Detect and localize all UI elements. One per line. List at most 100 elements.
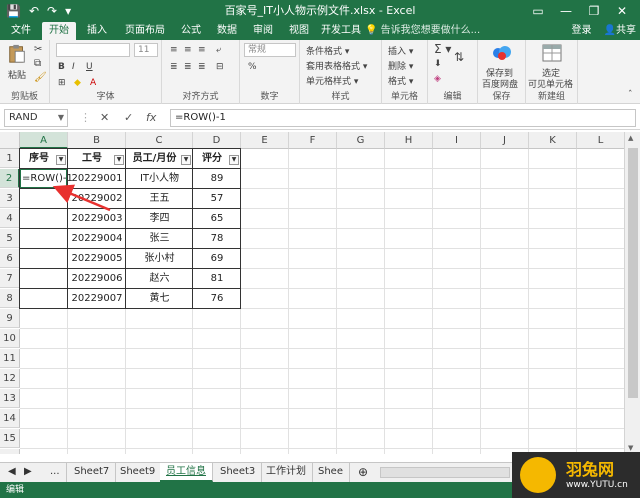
select-visible-icon[interactable] (541, 43, 563, 63)
fill-icon[interactable]: ⬇ (434, 59, 442, 69)
name-box-value: RAND (9, 112, 38, 123)
tab-formulas[interactable]: 公式 (174, 22, 208, 40)
restore-button[interactable]: ❐ (580, 0, 608, 22)
group-styles: 条件格式 ▾ 套用表格格式 ▾ 单元格样式 ▾ 样式 (300, 40, 382, 104)
horizontal-scrollbar[interactable] (380, 467, 510, 478)
tab-data[interactable]: 数据 (210, 22, 244, 40)
borders-icon[interactable]: ⊞ (58, 78, 66, 88)
group-cells: 插入 ▾ 删除 ▾ 格式 ▾ 单元格 (382, 40, 428, 104)
cut-icon[interactable]: ✂ (34, 44, 42, 55)
group-label-clipboard: 剪贴板 (10, 92, 38, 102)
align-middle-icon[interactable]: ≡ (184, 45, 192, 55)
group-label-new: 新建组 (537, 92, 565, 102)
red-arrow-icon (52, 184, 111, 212)
italic-button[interactable]: I (72, 62, 75, 72)
format-as-table-button[interactable]: 套用表格格式 ▾ (306, 59, 367, 72)
autosum-button[interactable]: Σ ▾ (434, 42, 451, 56)
group-editing: Σ ▾ ⬇ ◈ ⇅ 编辑 (428, 40, 478, 104)
sheet-tab-sheet9[interactable]: Sheet9 (114, 463, 163, 482)
scroll-down-icon[interactable]: ▼ (628, 444, 633, 452)
conditional-format-button[interactable]: 条件格式 ▾ (306, 44, 349, 57)
group-save: 保存到 百度网盘 保存 (478, 40, 526, 104)
group-font: 11 B I U ⊞ ◆ A 字体 (50, 40, 162, 104)
minimize-button[interactable]: — (552, 0, 580, 22)
align-center-icon[interactable]: ≣ (184, 62, 192, 72)
name-box[interactable]: RAND ▼ (4, 109, 68, 127)
worksheet-grid[interactable]: ABCDEFGHIJKLMNO 12345678910111213141516 … (0, 132, 624, 454)
tab-file[interactable]: 文件 (4, 22, 38, 40)
group-label-number: 数字 (260, 92, 279, 102)
formula-bar: RAND ▼ ⋮ ✕ ✓ fx =ROW()-1 (0, 106, 640, 130)
align-left-icon[interactable]: ≣ (170, 62, 178, 72)
next-sheet-icon[interactable]: ▶ (24, 463, 32, 482)
number-format-select[interactable]: 常规 (244, 43, 296, 57)
group-label-editing: 编辑 (443, 92, 462, 102)
cell-styles-button[interactable]: 单元格样式 ▾ (306, 74, 358, 87)
status-mode: 编辑 (6, 485, 25, 495)
group-label-save: 保存 (492, 92, 511, 102)
rabbit-logo-icon (520, 457, 556, 493)
share-button[interactable]: 👤共享 (604, 22, 636, 40)
clear-icon[interactable]: ◈ (434, 74, 441, 84)
prev-sheet-icon[interactable]: ◀ (8, 463, 16, 482)
scroll-thumb[interactable] (628, 148, 638, 398)
sheet-tab-more[interactable]: ... (44, 463, 67, 482)
bold-button[interactable]: B (58, 62, 65, 72)
font-name-select[interactable] (56, 43, 130, 57)
tab-review[interactable]: 审阅 (246, 22, 280, 40)
sheet-tab-truncated[interactable]: Shee (312, 463, 350, 482)
ribbon-display-icon[interactable]: ▭ (524, 0, 552, 22)
scroll-up-icon[interactable]: ▲ (628, 134, 633, 142)
sheet-tab-sheet7[interactable]: Sheet7 (68, 463, 117, 482)
group-label-font: 字体 (96, 92, 115, 102)
confirm-entry-button[interactable]: ✓ (124, 109, 133, 127)
formula-input[interactable]: =ROW()-1 (170, 109, 636, 127)
insert-cells-button[interactable]: 插入 ▾ (388, 44, 413, 57)
login-link[interactable]: 登录 (572, 22, 592, 40)
tab-developer[interactable]: 开发工具 (318, 22, 364, 40)
group-label-cells: 单元格 (390, 92, 418, 102)
vertical-scrollbar[interactable]: ▲ ▼ (624, 132, 640, 454)
paste-icon[interactable] (6, 44, 28, 64)
merge-center-icon[interactable]: ⊟ (216, 62, 224, 72)
underline-button[interactable]: U (86, 62, 93, 72)
group-alignment: ≡ ≡ ≡ ⤶ ≣ ≣ ≣ ⊟ 对齐方式 (162, 40, 240, 104)
align-right-icon[interactable]: ≣ (198, 62, 206, 72)
wrap-text-icon[interactable]: ⤶ (216, 45, 221, 55)
cancel-entry-button[interactable]: ✕ (100, 109, 109, 127)
format-cells-button[interactable]: 格式 ▾ (388, 74, 413, 87)
sheet-tab-employee-info[interactable]: 员工信息 (160, 463, 213, 482)
sheet-tab-sheet3[interactable]: Sheet3 (214, 463, 263, 482)
ribbon-home: 粘贴 ✂ ⧉ 🖌 剪贴板 11 B I U ⊞ ◆ A 字体 ≡ ≡ ≡ ⤶ ≣… (0, 40, 640, 104)
font-size-select[interactable]: 11 (134, 43, 158, 57)
align-top-icon[interactable]: ≡ (170, 45, 178, 55)
delete-cells-button[interactable]: 删除 ▾ (388, 59, 413, 72)
tab-view[interactable]: 视图 (282, 22, 316, 40)
cloud-icon[interactable] (491, 43, 513, 63)
collapse-ribbon-icon[interactable]: ˆ (628, 90, 633, 100)
tab-insert[interactable]: 插入 (80, 22, 114, 40)
tab-home[interactable]: 开始 (42, 22, 76, 40)
title-bar: 💾 ↶ ↷ ▾ 百家号_IT小人物示例文件.xlsx - Excel ▭ — ❐… (0, 0, 640, 22)
copy-icon[interactable]: ⧉ (34, 58, 41, 69)
tell-me-search[interactable]: 💡 告诉我您想要做什么... (365, 22, 480, 40)
sort-filter-icon[interactable]: ⇅ (454, 50, 464, 64)
add-sheet-icon[interactable]: ⊕ (352, 463, 374, 482)
watermark-name: 羽兔网 (566, 460, 615, 479)
group-new: 选定 可见单元格 新建组 (526, 40, 578, 104)
group-number: 常规 % 数字 (240, 40, 300, 104)
insert-function-button[interactable]: fx (146, 109, 156, 127)
close-button[interactable]: ✕ (608, 0, 636, 22)
tab-page-layout[interactable]: 页面布局 (118, 22, 172, 40)
percent-button[interactable]: % (248, 62, 257, 72)
format-painter-icon[interactable]: 🖌 (34, 72, 47, 83)
paste-button[interactable]: 粘贴 (8, 68, 26, 81)
annotation-arrow (52, 184, 111, 212)
group-label-styles: 样式 (331, 92, 350, 102)
align-bottom-icon[interactable]: ≡ (198, 45, 206, 55)
group-clipboard: 粘贴 ✂ ⧉ 🖌 剪贴板 (0, 40, 50, 104)
chevron-down-icon[interactable]: ▼ (58, 110, 64, 126)
fill-color-icon[interactable]: ◆ (74, 78, 81, 88)
sheet-tab-work-plan[interactable]: 工作计划 (260, 463, 313, 482)
font-color-icon[interactable]: A (90, 78, 96, 88)
